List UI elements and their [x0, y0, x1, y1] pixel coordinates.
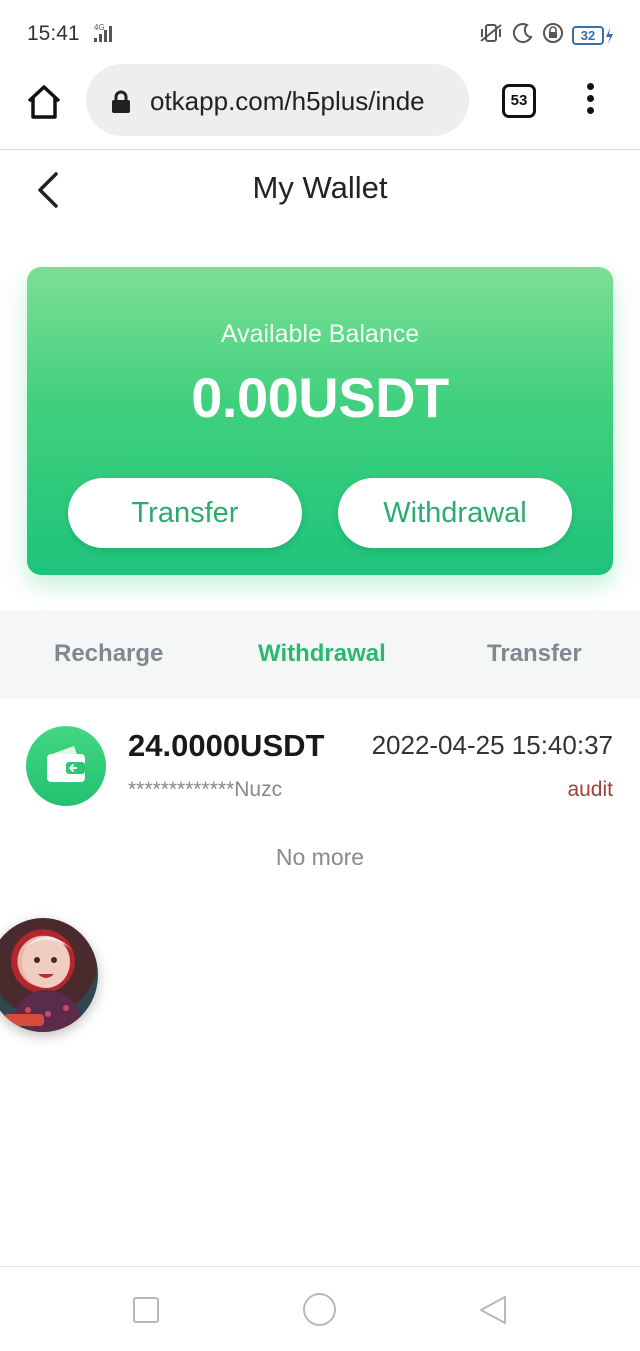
signal-icon: 4G	[88, 22, 120, 49]
moon-icon	[512, 22, 534, 49]
record-tabs: Recharge Withdrawal Transfer	[0, 610, 640, 699]
record-time: 2022-04-25 15:40:37	[371, 730, 613, 760]
browser-toolbar: otkapp.com/h5plus/inde 53	[0, 62, 640, 150]
transfer-button[interactable]: Transfer	[68, 478, 302, 548]
tab-recharge[interactable]: Recharge	[54, 640, 163, 668]
status-bar: 15:41 4G 32	[0, 0, 640, 66]
withdrawal-button[interactable]: Withdrawal	[338, 478, 572, 548]
menu-icon[interactable]	[580, 80, 600, 124]
page-title: My Wallet	[252, 170, 388, 205]
balance-value: 0.00USDT	[191, 366, 449, 429]
network-type: 4G	[94, 23, 105, 32]
page-header: My Wallet	[0, 150, 640, 230]
wallet-icon	[26, 726, 106, 806]
home-nav-icon[interactable]	[303, 1293, 336, 1326]
list-item[interactable]: 24.0000USDT 2022-04-25 15:40:37 ********…	[0, 700, 640, 820]
system-nav-bar	[0, 1266, 640, 1351]
vibrate-icon	[478, 22, 504, 49]
record-status: audit	[567, 778, 613, 801]
recent-apps-icon[interactable]	[133, 1297, 159, 1323]
status-time: 15:41	[27, 22, 80, 45]
list-end-text: No more	[275, 844, 365, 870]
record-account: *************Nuzc	[128, 778, 283, 801]
lock-rotation-icon	[542, 22, 564, 49]
url-text: otkapp.com/h5plus/inde	[150, 86, 425, 116]
back-nav-icon[interactable]	[478, 1294, 508, 1331]
battery-icon: 32	[572, 26, 614, 46]
home-icon[interactable]	[24, 82, 64, 122]
balance-label: Available Balance	[220, 320, 420, 348]
tab-withdrawal[interactable]: Withdrawal	[258, 640, 386, 668]
battery-level: 32	[572, 26, 604, 45]
lock-icon	[110, 90, 132, 119]
address-bar[interactable]: otkapp.com/h5plus/inde	[86, 64, 469, 136]
record-amount: 24.0000USDT	[128, 728, 325, 763]
tabs-icon[interactable]: 53	[502, 84, 536, 118]
status-icons: 32	[478, 22, 614, 49]
tab-transfer[interactable]: Transfer	[487, 640, 582, 668]
floating-avatar[interactable]	[0, 918, 98, 1032]
balance-card: Available Balance 0.00USDT Transfer With…	[27, 267, 613, 575]
